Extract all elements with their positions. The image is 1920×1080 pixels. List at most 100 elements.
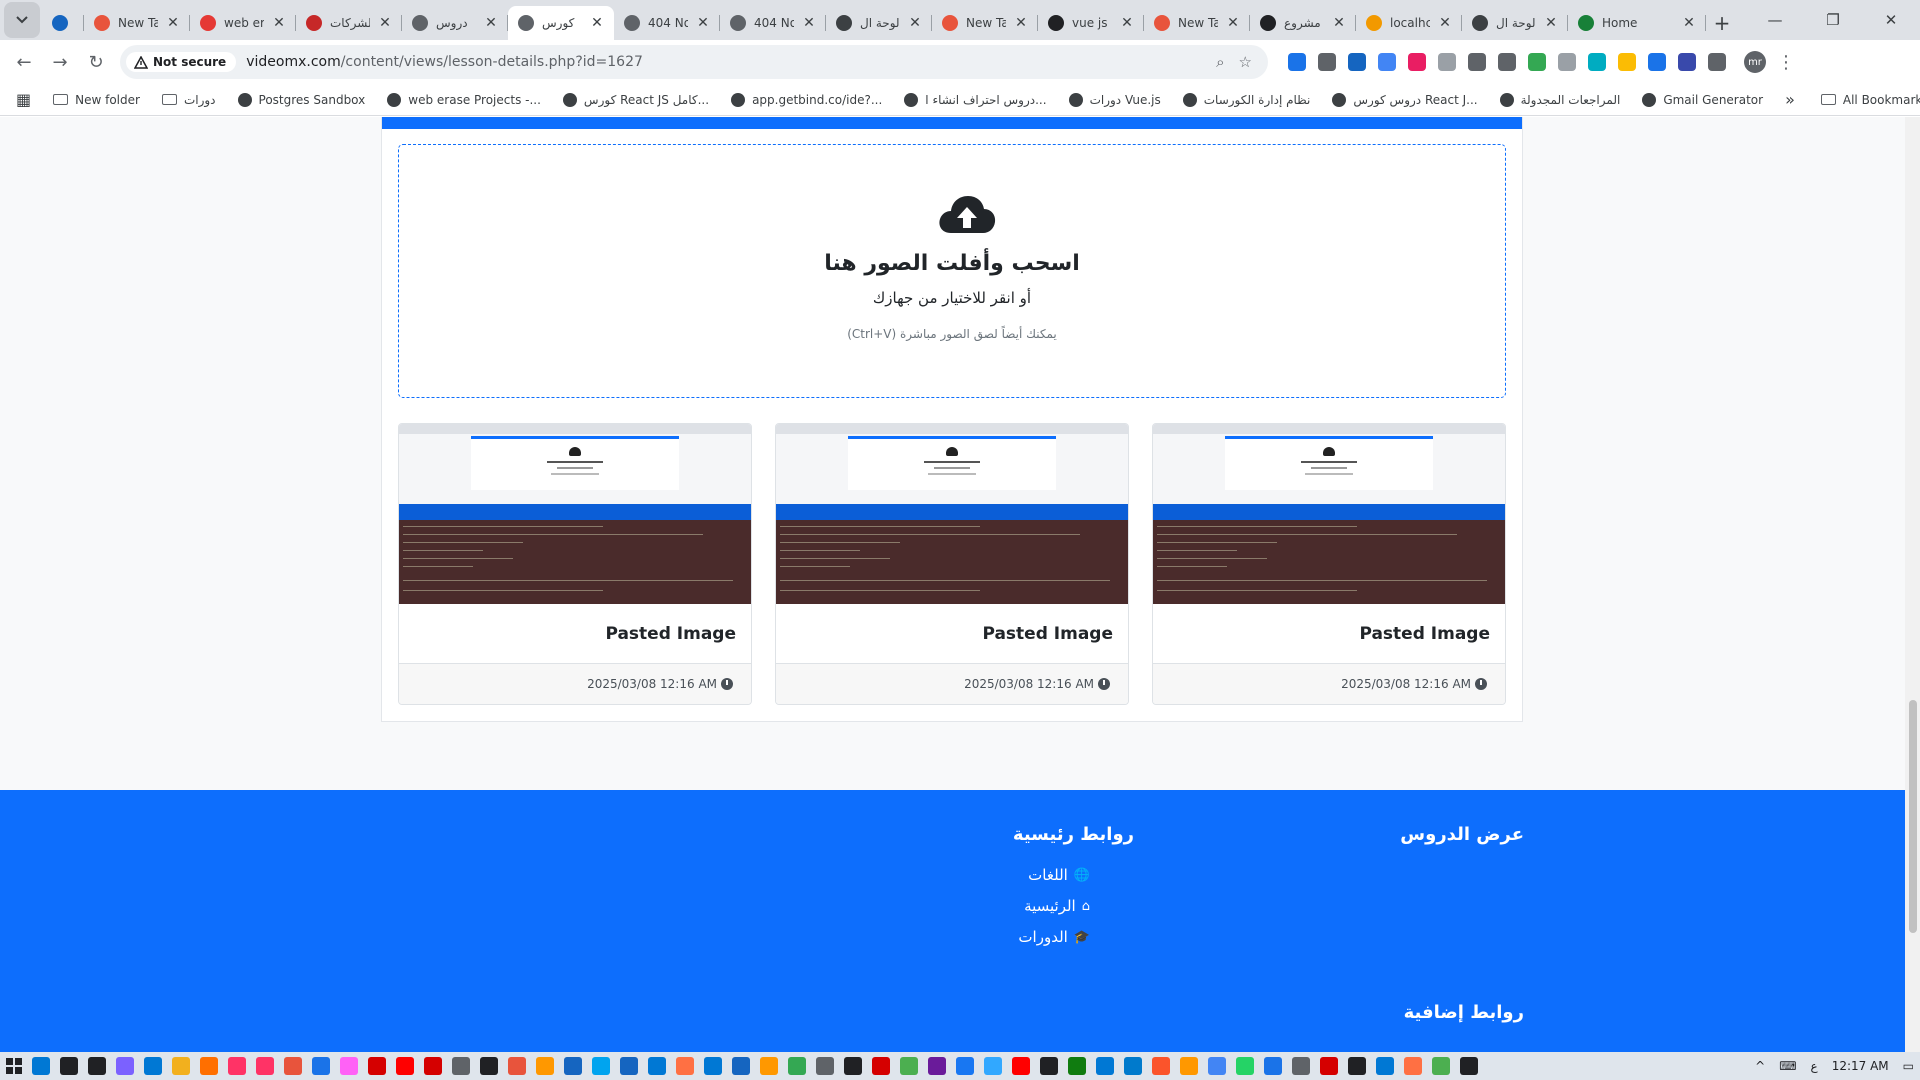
taskbar-app-icon[interactable] — [592, 1057, 610, 1075]
extension-icon[interactable] — [1558, 53, 1576, 71]
taskbar-app-icon[interactable] — [1376, 1057, 1394, 1075]
taskbar-app-icon[interactable] — [564, 1057, 582, 1075]
minimize-button[interactable]: — — [1746, 0, 1804, 40]
taskbar-app-icon[interactable] — [1320, 1057, 1338, 1075]
tab-close-icon[interactable]: ✕ — [802, 15, 816, 31]
scrollbar-thumb[interactable] — [1909, 700, 1917, 933]
bookmark-item[interactable]: دورات Vue.js — [1068, 92, 1161, 107]
tab-close-icon[interactable]: ✕ — [1438, 15, 1452, 31]
taskbar-app-icon[interactable] — [536, 1057, 554, 1075]
tab-close-icon[interactable]: ✕ — [272, 15, 286, 31]
back-button[interactable]: ← — [8, 46, 40, 78]
taskbar-app-icon[interactable] — [200, 1057, 218, 1075]
taskbar-app-icon[interactable] — [1068, 1057, 1086, 1075]
image-card[interactable]: Pasted Image 2025/03/08 12:16 AM — [1152, 423, 1506, 705]
footer-link[interactable]: ⌂ الرئيسية — [1024, 897, 1090, 915]
bookmark-item[interactable]: web erase Projects -... — [387, 92, 541, 107]
browser-tab[interactable] — [42, 6, 84, 40]
tab-close-icon[interactable]: ✕ — [1226, 15, 1240, 31]
taskbar-app-icon[interactable] — [1460, 1057, 1478, 1075]
taskbar-app-icon[interactable] — [648, 1057, 666, 1075]
extension-icon[interactable] — [1288, 53, 1306, 71]
taskbar-app-icon[interactable] — [1264, 1057, 1282, 1075]
extension-icon[interactable] — [1468, 53, 1486, 71]
browser-tab[interactable]: localhc ✕ — [1356, 6, 1462, 40]
taskbar-app-icon[interactable] — [1096, 1057, 1114, 1075]
extension-icon[interactable] — [1618, 53, 1636, 71]
image-thumbnail[interactable] — [776, 424, 1128, 604]
tab-close-icon[interactable]: ✕ — [1014, 15, 1028, 31]
close-window-button[interactable]: ✕ — [1862, 0, 1920, 40]
tab-search-button[interactable] — [4, 2, 40, 38]
bookmark-star-icon[interactable]: ☆ — [1239, 53, 1252, 71]
taskbar-app-icon[interactable] — [424, 1057, 442, 1075]
taskbar-app-icon[interactable] — [816, 1057, 834, 1075]
bookmark-item[interactable]: Gmail Generator — [1642, 92, 1763, 107]
extension-icon[interactable] — [1348, 53, 1366, 71]
taskbar-app-icon[interactable] — [1012, 1057, 1030, 1075]
bookmark-item[interactable]: كورس React JS كامل... — [562, 92, 709, 107]
keyboard-icon[interactable]: ⌨ — [1779, 1059, 1796, 1073]
image-thumbnail[interactable] — [1153, 424, 1505, 604]
extension-icon[interactable] — [1678, 53, 1696, 71]
new-tab-button[interactable]: + — [1706, 6, 1738, 40]
taskbar-app-icon[interactable] — [368, 1057, 386, 1075]
browser-tab[interactable]: web er ✕ — [190, 6, 296, 40]
bookmark-item[interactable]: نظام إدارة الكورسات — [1182, 92, 1310, 107]
browser-tab[interactable]: لوحة ال ✕ — [826, 6, 932, 40]
extension-icon[interactable] — [1438, 53, 1456, 71]
taskbar-app-icon[interactable] — [1432, 1057, 1450, 1075]
profile-avatar[interactable]: mr — [1744, 51, 1766, 73]
tab-active[interactable]: كورس ✕ — [508, 6, 614, 40]
taskbar-app-icon[interactable] — [844, 1057, 862, 1075]
taskbar-app-icon[interactable] — [928, 1057, 946, 1075]
extension-icon[interactable] — [1528, 53, 1546, 71]
input-language[interactable]: ع — [1811, 1059, 1818, 1073]
image-card[interactable]: Pasted Image 2025/03/08 12:16 AM — [775, 423, 1129, 705]
tab-close-icon[interactable]: ✕ — [1682, 15, 1696, 31]
taskbar-app-icon[interactable] — [60, 1057, 78, 1075]
browser-tab[interactable]: New Ta ✕ — [932, 6, 1038, 40]
taskbar-app-icon[interactable] — [676, 1057, 694, 1075]
windows-start-icon[interactable] — [6, 1058, 22, 1074]
taskbar-app-icon[interactable] — [508, 1057, 526, 1075]
bookmark-item[interactable]: دروس كورس React J... — [1332, 92, 1478, 107]
tab-close-icon[interactable]: ✕ — [1120, 15, 1134, 31]
taskbar-app-icon[interactable] — [732, 1057, 750, 1075]
taskbar-app-icon[interactable] — [704, 1057, 722, 1075]
taskbar-app-icon[interactable] — [88, 1057, 106, 1075]
browser-tab[interactable]: New Ta ✕ — [84, 6, 190, 40]
taskbar-app-icon[interactable] — [1348, 1057, 1366, 1075]
taskbar-app-icon[interactable] — [1404, 1057, 1422, 1075]
clock-time[interactable]: 12:17 AM — [1832, 1059, 1889, 1073]
extension-icon[interactable] — [1318, 53, 1336, 71]
footer-link[interactable]: 🎓 الدورات — [1018, 928, 1090, 946]
taskbar-app-icon[interactable] — [452, 1057, 470, 1075]
bookmark-item[interactable]: app.getbind.co/ide?... — [731, 92, 882, 107]
taskbar-app-icon[interactable] — [984, 1057, 1002, 1075]
browser-tab[interactable]: vue js ✕ — [1038, 6, 1144, 40]
browser-tab[interactable]: لوحة ال ✕ — [1462, 6, 1568, 40]
footer-link[interactable]: 🌐 اللغات — [1028, 866, 1090, 884]
tab-close-icon[interactable]: ✕ — [166, 15, 180, 31]
extension-icon[interactable] — [1648, 53, 1666, 71]
browser-tab[interactable]: New Ta ✕ — [1144, 6, 1250, 40]
tab-close-icon[interactable]: ✕ — [696, 15, 710, 31]
tab-close-icon[interactable]: ✕ — [590, 15, 604, 31]
extension-icon[interactable] — [1408, 53, 1426, 71]
bookmark-item[interactable]: دروس احتراف انشاء ا... — [904, 92, 1047, 107]
reload-button[interactable]: ↻ — [80, 46, 112, 78]
taskbar-app-icon[interactable] — [144, 1057, 162, 1075]
taskbar-app-icon[interactable] — [228, 1057, 246, 1075]
tab-close-icon[interactable]: ✕ — [378, 15, 392, 31]
taskbar-app-icon[interactable] — [312, 1057, 330, 1075]
taskbar-app-icon[interactable] — [1124, 1057, 1142, 1075]
taskbar-app-icon[interactable] — [900, 1057, 918, 1075]
taskbar-app-icon[interactable] — [1292, 1057, 1310, 1075]
taskbar-app-icon[interactable] — [1040, 1057, 1058, 1075]
tab-close-icon[interactable]: ✕ — [1332, 15, 1346, 31]
image-card[interactable]: Pasted Image 2025/03/08 12:16 AM — [398, 423, 752, 705]
tray-chevron-icon[interactable]: ^ — [1755, 1059, 1765, 1073]
taskbar-app-icon[interactable] — [284, 1057, 302, 1075]
taskbar-app-icon[interactable] — [788, 1057, 806, 1075]
